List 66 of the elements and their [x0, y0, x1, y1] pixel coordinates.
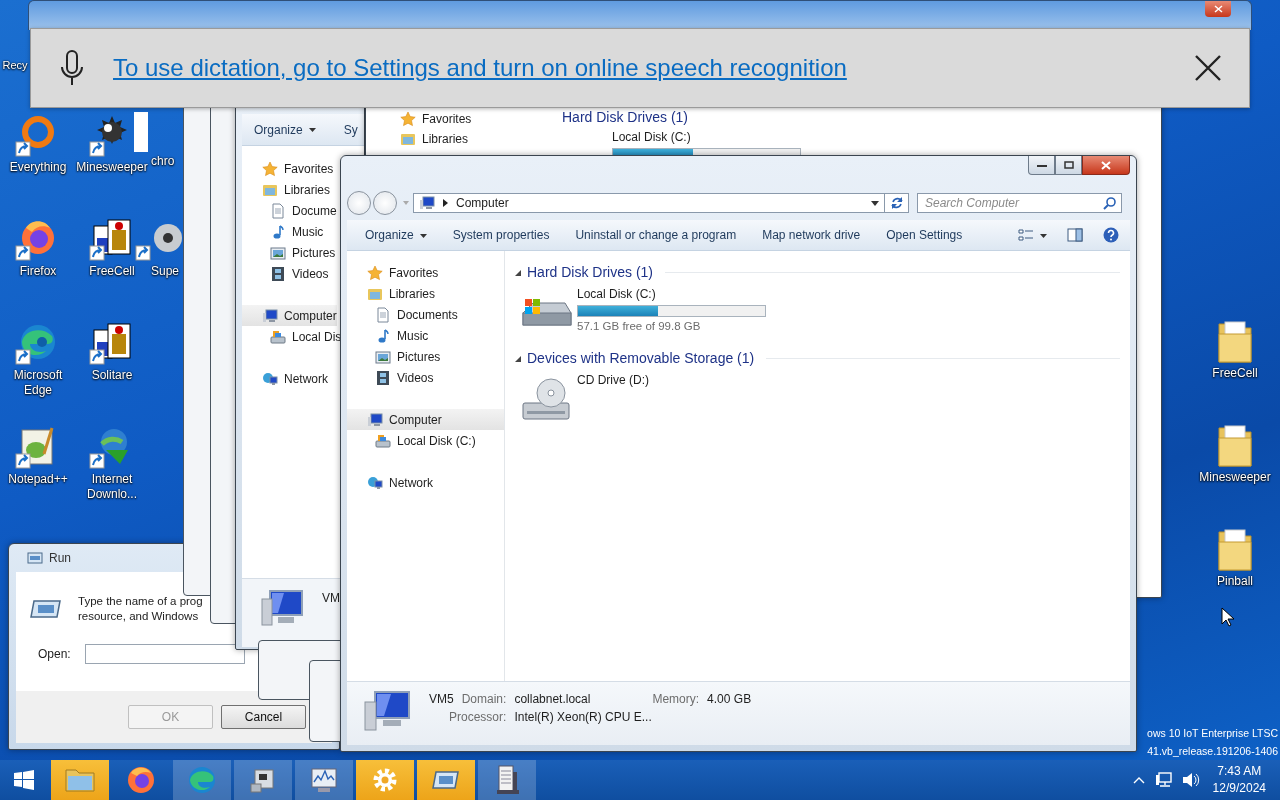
desktop-icon-label[interactable]: FreeCell: [88, 264, 136, 279]
nav-item[interactable]: Local Dis: [242, 326, 342, 347]
group-heading: Devices with Removable Storage (1): [527, 350, 755, 366]
nav-item[interactable]: Libraries: [242, 179, 331, 200]
window-title: Run: [49, 551, 71, 565]
dialog-button[interactable]: Cancel: [221, 705, 306, 729]
toolbar-button[interactable]: Map network drive: [756, 224, 867, 246]
toolbar-button[interactable]: Organize: [359, 224, 433, 246]
field-label: Open:: [38, 647, 71, 661]
field-value: 4.00 GB: [707, 692, 752, 707]
nav-item[interactable]: Favorites: [380, 109, 540, 129]
desktop-icon-label[interactable]: FreeCell: [1211, 366, 1259, 381]
toolbar-button[interactable]: Organize: [248, 118, 322, 141]
nav-item[interactable]: Pictures: [242, 242, 336, 263]
drive-name[interactable]: CD Drive (D:): [577, 373, 649, 388]
field-label: Processor:: [448, 710, 507, 725]
desktop-icon-label[interactable]: Microsoft Edge: [0, 368, 76, 398]
field-value: Intel(R) Xeon(R) CPU E...: [514, 710, 653, 725]
nav-item[interactable]: Network: [242, 368, 328, 389]
nav-item[interactable]: Music: [347, 325, 504, 346]
desktop-icon-label[interactable]: Recy: [2, 58, 28, 73]
desktop-icon-label[interactable]: Supe: [150, 264, 181, 279]
toolbar-button[interactable]: Open Settings: [880, 224, 969, 246]
search-field[interactable]: Search Computer: [917, 193, 1122, 213]
toolbar-button[interactable]: Sy: [337, 118, 364, 141]
clock[interactable]: 7:43 AM 12/9/2024: [1212, 763, 1266, 797]
computer-name: VM5: [429, 692, 454, 707]
desktop-icon-label[interactable]: Internet Downlo...: [74, 472, 150, 502]
toolbar-button[interactable]: Uninstall or change a program: [569, 224, 743, 246]
system-info-text: 41.vb_release.191206-1406: [1147, 744, 1278, 759]
computer-name: VM: [322, 591, 340, 605]
desktop-icon-label[interactable]: Everything: [8, 160, 68, 175]
desktop-icon-label[interactable]: Minesweeper: [1198, 470, 1272, 485]
drive-name[interactable]: Local Disk (C:): [612, 130, 801, 145]
desktop-icon-label[interactable]: Pinball: [1216, 574, 1254, 589]
drive-info: 57.1 GB free of 99.8 GB: [577, 320, 702, 332]
desktop-icon-label[interactable]: Solitare: [90, 368, 134, 383]
nav-item[interactable]: Videos: [347, 367, 504, 388]
nav-item[interactable]: Videos: [242, 263, 329, 284]
nav-item[interactable]: Libraries: [380, 129, 540, 149]
desktop-icon-label[interactable]: chro: [150, 154, 176, 169]
nav-item[interactable]: Documents: [347, 304, 504, 325]
nav-item[interactable]: Libraries: [347, 283, 504, 304]
nav-item[interactable]: Computer: [347, 409, 504, 430]
toolbar-button[interactable]: System properties: [446, 224, 556, 246]
desktop-icon-label[interactable]: Minesweeper: [75, 160, 149, 175]
field-value: collabnet.local: [514, 692, 591, 707]
desktop-icon-label[interactable]: Firefox: [18, 264, 58, 279]
group-heading: Hard Disk Drives (1): [562, 109, 689, 125]
settings-link[interactable]: To use dictation, go to Settings and turn on online speech recognition: [113, 54, 1165, 82]
description-text: Type the name of a prog resource, and Windows: [78, 594, 204, 624]
nav-item[interactable]: Music: [242, 221, 324, 242]
nav-item[interactable]: Computer: [242, 305, 337, 326]
nav-item[interactable]: Docume: [242, 200, 337, 221]
nav-item[interactable]: Favorites: [347, 262, 504, 283]
drive-name[interactable]: Local Disk (C:): [577, 287, 766, 302]
system-info-text: ows 10 IoT Enterprise LTSC: [1147, 726, 1278, 741]
field-label: Domain:: [461, 692, 507, 707]
group-heading: Hard Disk Drives (1): [527, 264, 653, 280]
address-bar[interactable]: Computer: [413, 193, 885, 213]
desktop-icon-label[interactable]: Notepad++: [7, 472, 69, 487]
nav-item[interactable]: Favorites: [242, 158, 334, 179]
nav-item[interactable]: Network: [347, 472, 504, 493]
nav-item[interactable]: Local Disk (C:): [347, 430, 504, 451]
field-label: Memory:: [652, 692, 700, 707]
nav-item[interactable]: Pictures: [347, 346, 504, 367]
